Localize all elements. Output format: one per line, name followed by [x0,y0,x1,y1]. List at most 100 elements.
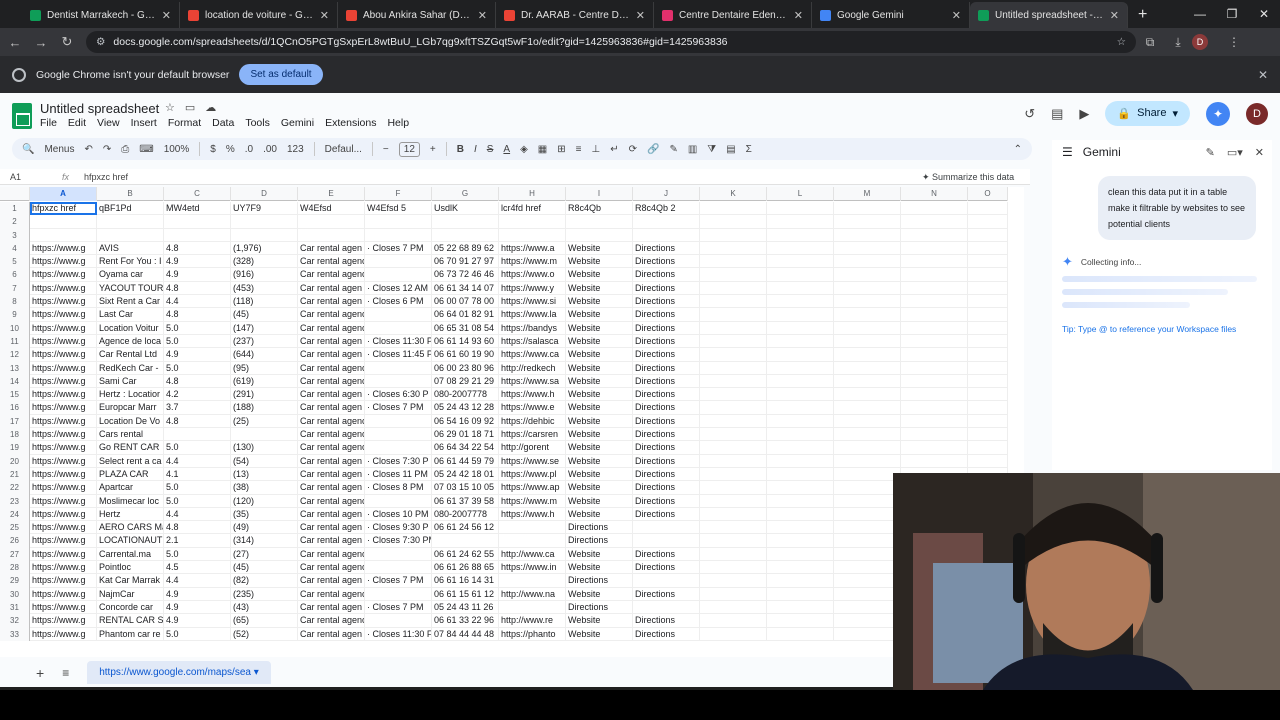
grid-cell[interactable]: Directions [566,600,633,615]
grid-cell[interactable]: 4.9 [164,600,231,615]
grid-cell[interactable]: 06 54 16 09 92 [432,414,499,429]
grid-cell[interactable]: (328) [231,255,298,269]
font-size-decrease[interactable]: − [383,144,389,155]
grid-cell[interactable] [834,268,901,282]
grid-cell[interactable] [834,574,901,588]
grid-cell[interactable] [968,255,1008,269]
grid-cell[interactable]: Directions [633,467,700,482]
site-info-icon[interactable]: ⚙ [96,36,105,48]
grid-cell[interactable]: Select rent a ca [97,454,164,468]
grid-cell[interactable] [968,428,1008,442]
grid-cell[interactable]: Car rental agen [298,281,365,296]
functions-icon[interactable]: Σ [746,144,752,155]
grid-cell[interactable] [700,215,767,229]
grid-cell[interactable]: Kat Car Marrak [97,574,164,588]
grid-cell[interactable] [700,348,767,362]
row-number[interactable]: 23 [0,494,30,508]
close-tab-icon[interactable]: ✕ [320,9,329,22]
grid-cell[interactable] [700,388,767,402]
browser-tab[interactable]: Google Gemini ✕ [812,2,970,28]
grid-cell[interactable]: 5.0 [164,547,231,562]
hamburger-icon[interactable]: ☰ [1062,145,1073,159]
download-icon[interactable]: ⤓ [1164,35,1192,50]
grid-cell[interactable]: Agence de loca [97,334,164,349]
grid-cell[interactable] [700,441,767,455]
grid-cell[interactable]: 06 61 60 19 90 [432,348,499,362]
grid-cell[interactable] [365,215,432,229]
grid-cell[interactable]: https://www.pl [499,467,566,482]
column-header[interactable]: O [968,187,1008,201]
row-number[interactable]: 18 [0,428,30,442]
grid-cell[interactable]: Car rental agency [298,441,365,455]
grid-cell[interactable]: Directions [633,348,700,362]
grid-cell[interactable] [365,321,432,335]
grid-cell[interactable]: Car rental agency [298,614,365,628]
grid-cell[interactable]: https://www.g [30,334,97,349]
grid-cell[interactable]: UsdlK [432,202,499,216]
grid-cell[interactable] [901,454,968,468]
grid-cell[interactable]: Directions [633,587,700,601]
menus-button[interactable]: Menus [44,144,74,155]
grid-cell[interactable]: https://www.g [30,255,97,269]
grid-cell[interactable]: lcr4fd href [499,202,566,216]
grid-cell[interactable] [968,321,1008,335]
grid-cell[interactable] [365,587,432,601]
grid-cell[interactable]: https://www.g [30,454,97,468]
chart-icon[interactable]: ▥ [688,144,697,155]
grid-cell[interactable]: Car rental agen [298,401,365,415]
set-default-button[interactable]: Set as default [239,64,323,85]
grid-cell[interactable] [901,348,968,362]
meet-icon[interactable]: ▶ [1079,106,1089,122]
browser-tab[interactable]: Dr. AARAB - Centre Dentaire Et ✕ [496,2,654,28]
grid-cell[interactable]: Directions [633,441,700,455]
grid-cell[interactable]: https://carsren [499,428,566,442]
grid-cell[interactable] [365,308,432,322]
grid-cell[interactable]: Car rental agency [298,494,365,508]
grid-cell[interactable]: Website [566,268,633,282]
grid-cell[interactable]: https://www.g [30,587,97,601]
row-number[interactable]: 27 [0,547,30,562]
grid-cell[interactable] [767,627,834,641]
grid-cell[interactable] [700,600,767,615]
grid-cell[interactable] [767,534,834,548]
grid-cell[interactable] [767,308,834,322]
row-number[interactable]: 1 [0,202,30,216]
grid-cell[interactable]: (43) [231,600,298,615]
grid-cell[interactable]: https://www.h [499,388,566,402]
grid-cell[interactable] [901,281,968,296]
menu-item[interactable]: Format [168,117,201,129]
column-header[interactable]: G [432,187,499,201]
grid-cell[interactable]: Car rental agency [298,268,365,282]
new-chat-icon[interactable]: ✎ [1206,146,1215,159]
grid-cell[interactable] [834,361,901,375]
grid-cell[interactable]: 06 61 15 61 12 [432,587,499,601]
grid-cell[interactable] [432,534,499,548]
grid-cell[interactable]: 4.4 [164,295,231,309]
grid-cell[interactable]: (916) [231,268,298,282]
grid-cell[interactable] [767,428,834,442]
spreadsheet-grid[interactable]: ABCDEFGHIJKLMNO 1 hfpxzc href qBF1Pd MW4etd… [0,187,1024,657]
grid-cell[interactable] [834,414,901,429]
close-infobar-icon[interactable]: ✕ [1258,68,1268,82]
row-number[interactable]: 30 [0,587,30,601]
comment-icon[interactable]: ✎ [669,144,677,155]
row-number[interactable]: 12 [0,348,30,362]
grid-cell[interactable] [365,441,432,455]
grid-cell[interactable]: 4.2 [164,388,231,402]
row-number[interactable]: 14 [0,374,30,389]
grid-cell[interactable]: Rent For You : I [97,255,164,269]
grid-cell[interactable]: https://www.g [30,308,97,322]
grid-cell[interactable]: https://www.a [499,241,566,256]
grid-cell[interactable]: MW4etd [164,202,231,216]
browser-menu-icon[interactable]: ⋮ [1220,35,1248,49]
grid-cell[interactable]: 5.0 [164,627,231,641]
comments-icon[interactable]: ▤ [1051,106,1063,122]
grid-cell[interactable]: (314) [231,534,298,548]
grid-cell[interactable]: Location De Vo [97,414,164,429]
grid-cell[interactable]: https://www.y [499,281,566,296]
grid-cell[interactable] [901,361,968,375]
name-box[interactable]: A1 [0,172,62,182]
grid-cell[interactable]: (147) [231,321,298,335]
grid-cell[interactable]: https://www.g [30,374,97,389]
grid-cell[interactable]: Website [566,241,633,256]
